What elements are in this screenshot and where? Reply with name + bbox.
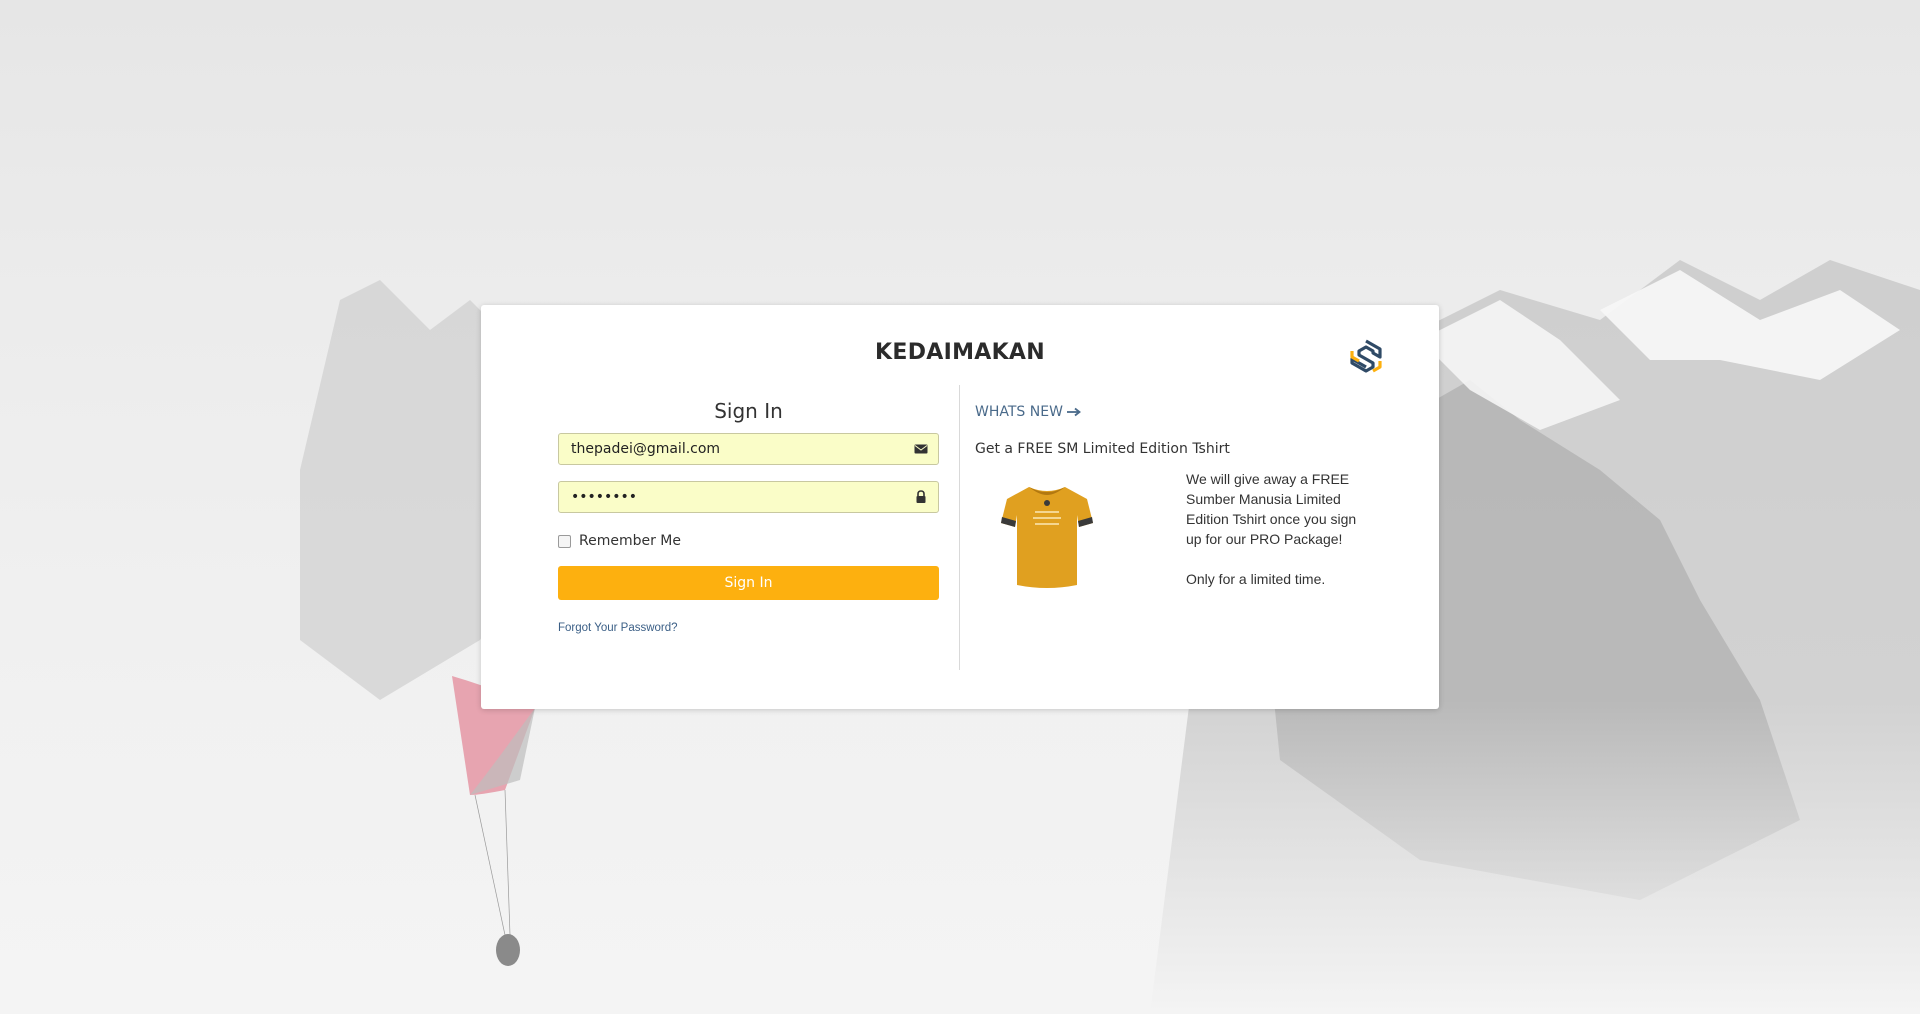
orange-tshirt-image [1001, 487, 1093, 588]
lock-icon [916, 490, 926, 503]
email-field[interactable] [559, 434, 913, 464]
remember-me-checkbox[interactable] [558, 534, 571, 548]
envelope-icon [914, 444, 928, 454]
forgot-password-link[interactable]: Forgot Your Password? [558, 622, 678, 634]
whats-new-label: WHATS NEW [975, 404, 1063, 420]
brand-title: KEDAIMAKAN [875, 340, 1045, 365]
signin-button[interactable]: Sign In [558, 566, 939, 600]
whats-new-link[interactable]: WHATS NEW [975, 404, 1081, 420]
remember-me-label[interactable]: Remember Me [579, 533, 681, 549]
column-divider [959, 385, 960, 670]
email-field-wrapper [558, 433, 939, 465]
password-field-wrapper [558, 481, 939, 513]
signin-heading: Sign In [714, 399, 783, 423]
arrow-right-icon [1066, 407, 1081, 417]
promo-body: We will give away a FREE Sumber Manusia … [1186, 471, 1357, 547]
promo-note: Only for a limited time. [1186, 571, 1326, 587]
promo-title: Get a FREE SM Limited Edition Tshirt [975, 441, 1230, 457]
hexagon-s-logo-icon [1350, 339, 1382, 373]
login-card: KEDAIMAKAN Sign In Remember Me Sign In F… [481, 305, 1439, 709]
promo-text: We will give away a FREE Sumber Manusia … [1186, 469, 1366, 609]
password-field[interactable] [559, 482, 913, 512]
remember-me-row: Remember Me [558, 532, 681, 550]
